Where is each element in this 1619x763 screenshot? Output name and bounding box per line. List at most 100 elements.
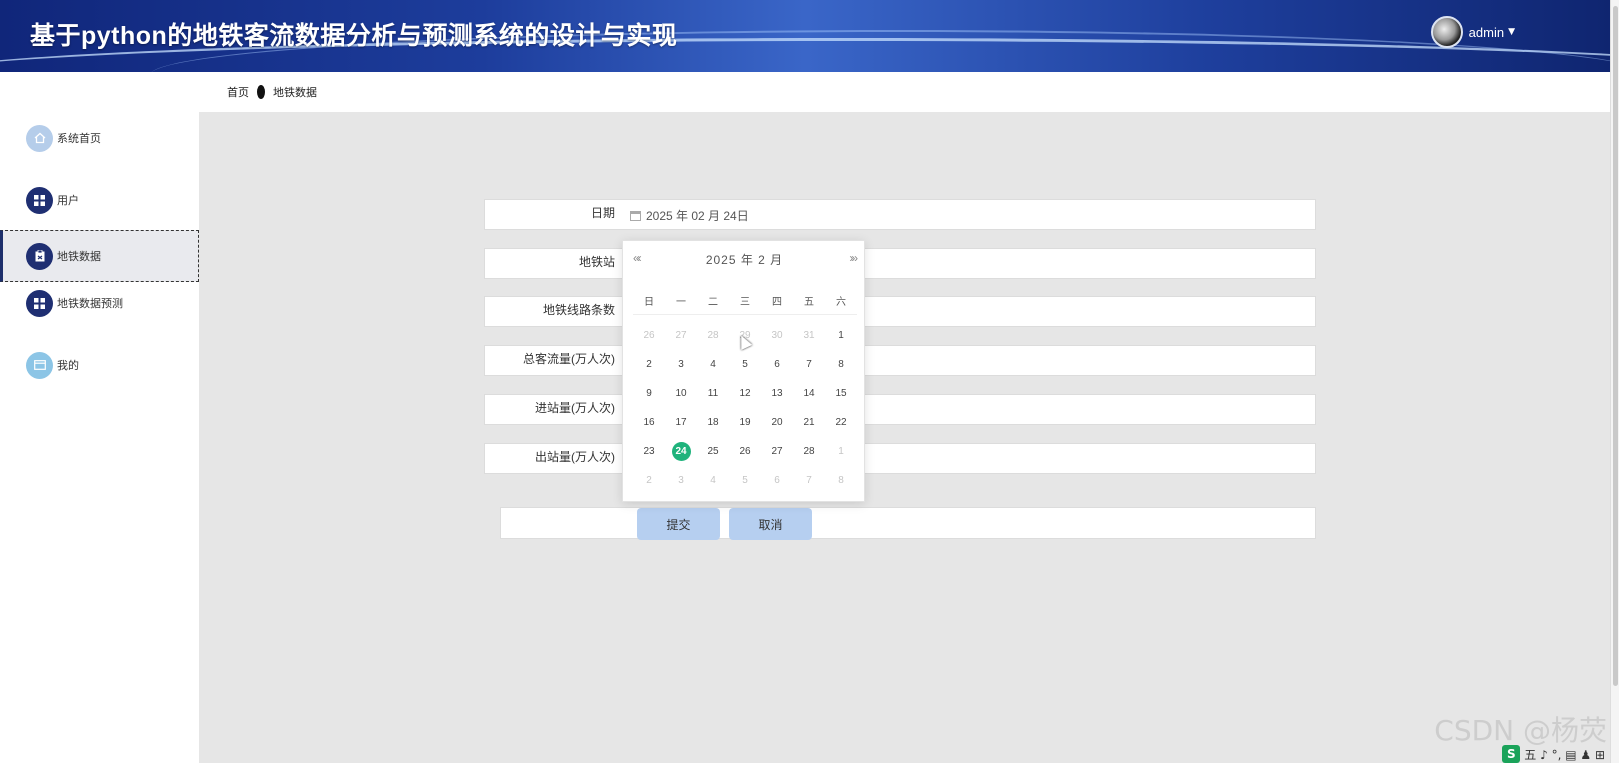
day-number[interactable]: 16 xyxy=(643,417,654,428)
day-cell[interactable]: 22 xyxy=(825,408,857,437)
sidebar-item-metro-forecast[interactable]: 地铁数据预测 xyxy=(0,277,199,329)
day-number[interactable]: 18 xyxy=(707,417,718,428)
day-cell[interactable]: 5 xyxy=(729,466,761,495)
date-input[interactable]: 2025 年 02 月 24日 xyxy=(630,207,749,224)
day-number[interactable]: 3 xyxy=(678,359,684,370)
day-number[interactable]: 23 xyxy=(643,446,654,457)
day-number[interactable]: 12 xyxy=(739,388,750,399)
day-cell-selected[interactable]: 24 xyxy=(665,437,697,466)
day-number[interactable]: 26 xyxy=(643,330,654,341)
day-cell[interactable]: 7 xyxy=(793,466,825,495)
day-cell[interactable]: 3 xyxy=(665,466,697,495)
day-number[interactable]: 21 xyxy=(803,417,814,428)
day-number[interactable]: 25 xyxy=(707,446,718,457)
day-cell[interactable]: 4 xyxy=(697,350,729,379)
day-cell[interactable]: 28 xyxy=(697,321,729,350)
day-cell[interactable]: 23 xyxy=(633,437,665,466)
total-flow-field-row[interactable]: 总客流量(万人次) xyxy=(484,345,1316,376)
page-scrollbar[interactable] xyxy=(1610,0,1619,763)
day-cell[interactable]: 28 xyxy=(793,437,825,466)
day-cell[interactable]: 31 xyxy=(793,321,825,350)
sidebar-item-mine[interactable]: 我的 xyxy=(0,339,199,391)
day-cell[interactable]: 9 xyxy=(633,379,665,408)
day-number[interactable]: 26 xyxy=(739,446,750,457)
day-number[interactable]: 30 xyxy=(771,330,782,341)
day-cell[interactable]: 6 xyxy=(761,466,793,495)
user-name[interactable]: admin xyxy=(1469,25,1504,40)
day-cell[interactable]: 25 xyxy=(697,437,729,466)
breadcrumb-home[interactable]: 首页 xyxy=(227,84,249,100)
inbound-field-row[interactable]: 进站量(万人次) xyxy=(484,394,1316,425)
day-number[interactable]: 2 xyxy=(646,359,652,370)
day-number[interactable]: 31 xyxy=(803,330,814,341)
day-number[interactable]: 6 xyxy=(774,359,780,370)
day-cell[interactable]: 16 xyxy=(633,408,665,437)
day-cell[interactable]: 21 xyxy=(793,408,825,437)
day-number[interactable]: 7 xyxy=(806,475,812,486)
day-cell[interactable]: 13 xyxy=(761,379,793,408)
sidebar-item-home[interactable]: 系统首页 xyxy=(0,112,199,164)
day-cell[interactable]: 5 xyxy=(729,350,761,379)
day-number[interactable]: 9 xyxy=(646,388,652,399)
day-cell[interactable]: 3 xyxy=(665,350,697,379)
day-cell[interactable]: 6 xyxy=(761,350,793,379)
day-number[interactable]: 20 xyxy=(771,417,782,428)
day-cell[interactable]: 26 xyxy=(729,437,761,466)
day-number[interactable]: 14 xyxy=(803,388,814,399)
day-cell[interactable]: 11 xyxy=(697,379,729,408)
day-number[interactable]: 4 xyxy=(710,475,716,486)
day-number[interactable]: 10 xyxy=(675,388,686,399)
day-cell[interactable]: 20 xyxy=(761,408,793,437)
day-cell[interactable]: 27 xyxy=(761,437,793,466)
day-cell[interactable]: 19 xyxy=(729,408,761,437)
scrollbar-thumb[interactable] xyxy=(1613,6,1618,686)
day-number[interactable]: 8 xyxy=(838,359,844,370)
sidebar-item-metro-data[interactable]: 地铁数据 xyxy=(0,230,199,282)
day-cell[interactable]: 2 xyxy=(633,350,665,379)
day-number[interactable]: 6 xyxy=(774,475,780,486)
day-cell[interactable]: 7 xyxy=(793,350,825,379)
day-number[interactable]: 2 xyxy=(646,475,652,486)
day-number[interactable]: 17 xyxy=(675,417,686,428)
next-month-year-button[interactable]: ›» xyxy=(849,251,858,265)
cancel-button[interactable]: 取消 xyxy=(729,508,812,540)
day-number[interactable]: 7 xyxy=(806,359,812,370)
day-cell[interactable]: 18 xyxy=(697,408,729,437)
sidebar-item-users[interactable]: 用户 xyxy=(0,174,199,226)
day-number[interactable]: 15 xyxy=(835,388,846,399)
station-field-row[interactable]: 地铁站 xyxy=(484,248,1316,279)
day-number[interactable]: 28 xyxy=(707,330,718,341)
day-cell[interactable]: 27 xyxy=(665,321,697,350)
day-cell[interactable]: 10 xyxy=(665,379,697,408)
day-cell[interactable]: 15 xyxy=(825,379,857,408)
day-number[interactable]: 3 xyxy=(678,475,684,486)
day-cell[interactable]: 26 xyxy=(633,321,665,350)
day-number[interactable]: 24 xyxy=(671,442,691,461)
day-number[interactable]: 19 xyxy=(739,417,750,428)
day-number[interactable]: 1 xyxy=(838,446,844,457)
day-number[interactable]: 13 xyxy=(771,388,782,399)
day-number[interactable]: 27 xyxy=(675,330,686,341)
user-menu[interactable]: admin ▼ xyxy=(1430,16,1515,48)
day-number[interactable]: 22 xyxy=(835,417,846,428)
day-cell[interactable]: 12 xyxy=(729,379,761,408)
input-method-icon[interactable]: S xyxy=(1502,745,1521,763)
day-number[interactable]: 5 xyxy=(742,475,748,486)
lines-field-row[interactable]: 地铁线路条数 xyxy=(484,296,1316,327)
chevron-down-icon[interactable]: ▼ xyxy=(1508,27,1515,37)
day-number[interactable]: 8 xyxy=(838,475,844,486)
date-value[interactable]: 2025 年 02 月 24日 xyxy=(646,207,749,224)
day-cell[interactable]: 1 xyxy=(825,321,857,350)
outbound-field-row[interactable]: 出站量(万人次) xyxy=(484,443,1316,474)
day-cell[interactable]: 30 xyxy=(761,321,793,350)
day-cell[interactable]: 2 xyxy=(633,466,665,495)
submit-button[interactable]: 提交 xyxy=(637,508,720,540)
day-cell[interactable]: 4 xyxy=(697,466,729,495)
day-number[interactable]: 11 xyxy=(708,388,718,399)
day-cell[interactable]: 14 xyxy=(793,379,825,408)
day-number[interactable]: 27 xyxy=(771,446,782,457)
day-cell[interactable]: 8 xyxy=(825,466,857,495)
avatar[interactable] xyxy=(1430,16,1463,48)
tray-icons[interactable]: 五 ♪ °, ▤ ♟ ⊞ xyxy=(1524,746,1605,763)
day-number[interactable]: 28 xyxy=(803,446,814,457)
